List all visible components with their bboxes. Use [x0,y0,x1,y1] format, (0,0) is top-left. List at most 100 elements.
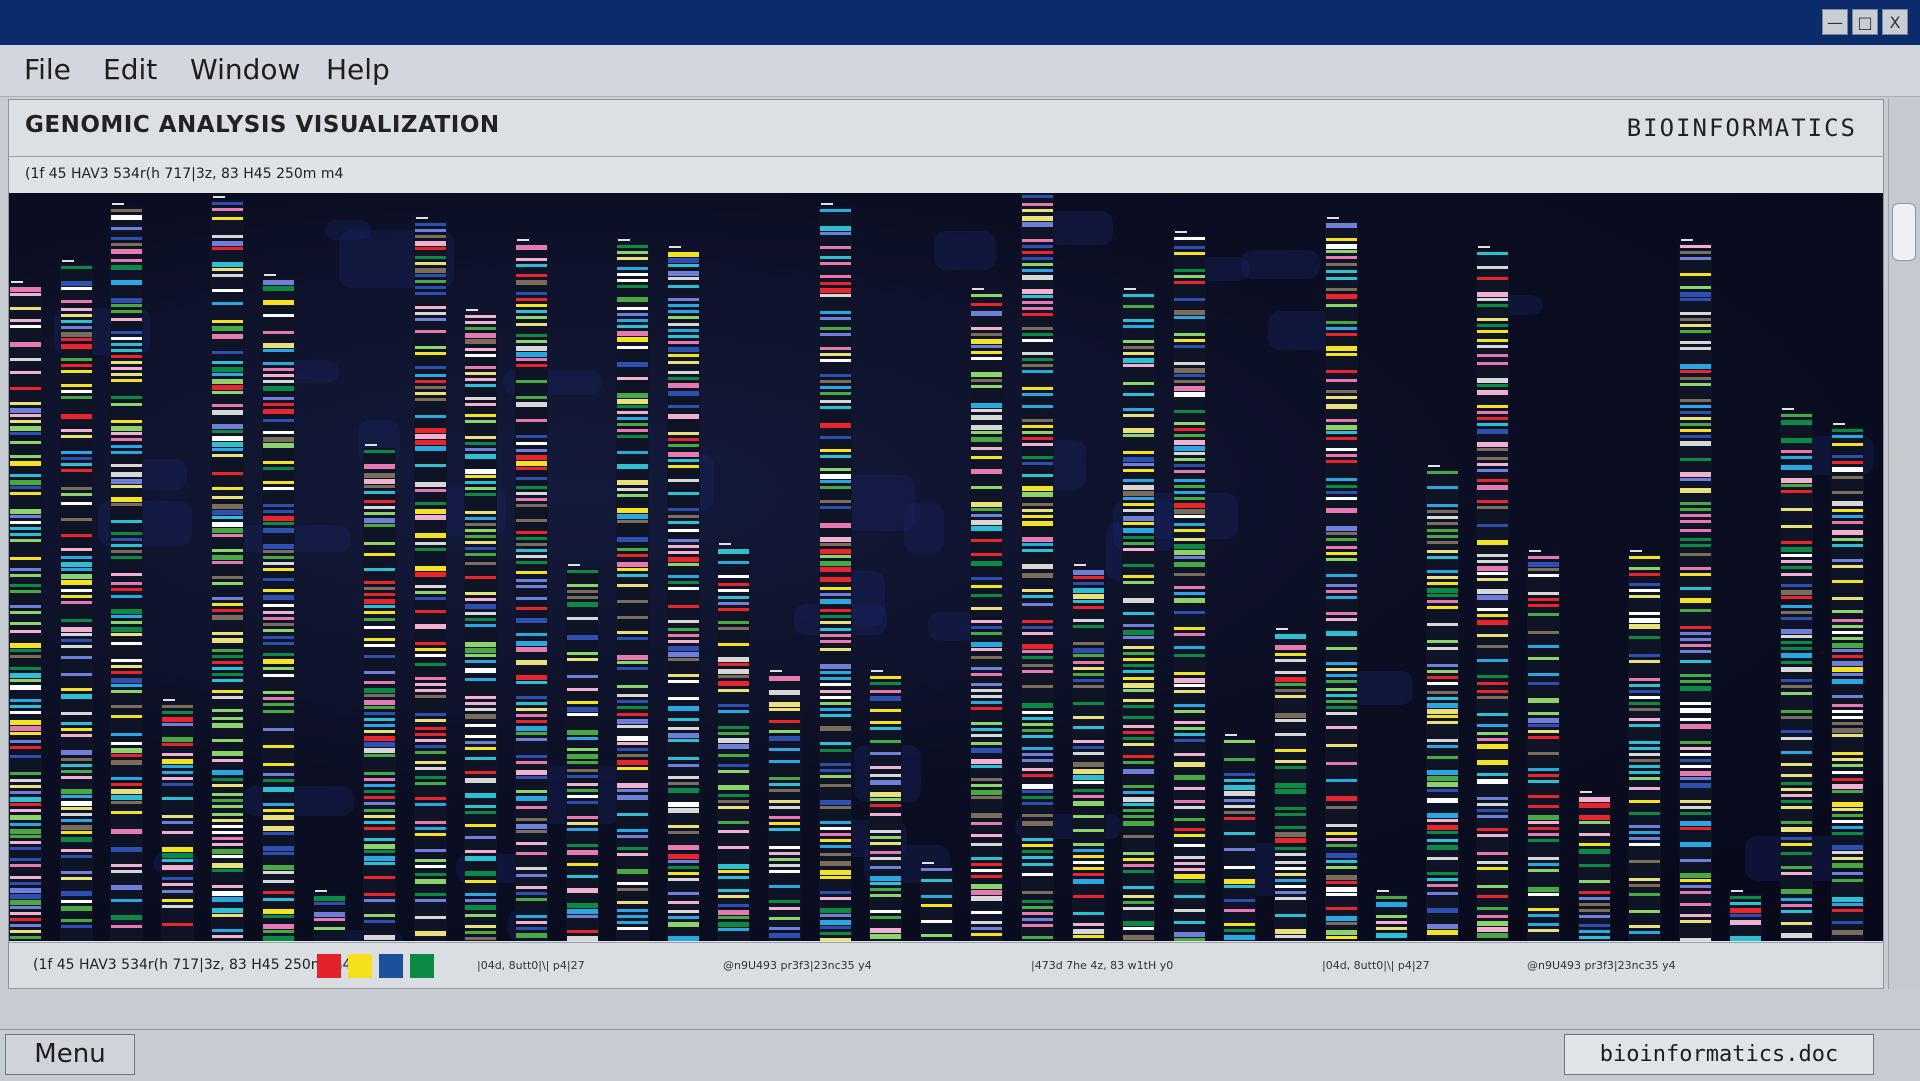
sequence-band [617,736,648,741]
sequence-band [1275,645,1306,650]
sequence-band [1123,921,1154,926]
sequence-band [1781,611,1812,614]
sequence-band [1477,448,1508,451]
sequence-band [1224,909,1255,912]
sequence-band [10,492,41,495]
sequence-band [820,246,851,249]
sequence-band [61,712,92,715]
minimize-button[interactable]: — [1822,9,1848,35]
background-blur [928,612,977,641]
sequence-band [465,668,496,673]
menu-bar: File Edit Window Help [0,45,1920,97]
sequence-band [1326,662,1357,665]
sequence-band [1073,752,1104,755]
sequence-band [10,455,41,458]
maximize-button[interactable]: □ [1852,9,1878,35]
sequence-band [971,683,1002,686]
sequence-band [617,451,648,454]
sequence-band [1174,497,1205,500]
sequence-band [1174,269,1205,272]
sequence-band [820,474,851,479]
sequence-band [668,866,699,869]
sequence-band [820,876,851,879]
menu-help[interactable]: Help [326,53,390,86]
sequence-band [263,604,294,607]
sequence-band [10,720,41,725]
menu-window[interactable]: Window [190,53,300,86]
sequence-band [162,711,193,714]
sequence-band [61,831,92,834]
sequence-band [465,598,496,601]
sequence-band [1680,859,1711,862]
sequence-band [10,441,41,444]
sequence-band [111,343,142,346]
sequence-band [971,734,1002,737]
sequence-band [820,423,851,428]
sequence-band [971,911,1002,914]
sequence-band [1174,938,1205,941]
sequence-band [820,317,851,320]
status-bar: Menu bioinformatics.doc [0,1029,1920,1081]
sequence-band [1123,463,1154,466]
sequence-band [364,491,395,494]
sequence-band [769,789,800,792]
sequence-band [465,321,496,324]
sequence-band [1477,423,1508,426]
sequence-band [1629,777,1660,780]
sequence-band [1174,862,1205,865]
sequence-band [111,573,142,576]
sequence-band [1781,653,1812,658]
sequence-band [111,678,142,683]
sequence-band [820,827,851,830]
sequence-band [1477,324,1508,327]
sequence-band [1579,833,1610,836]
sequence-band [516,579,547,582]
sequence-band [1680,644,1711,647]
sequence-band [971,648,1002,651]
sequence-band [971,921,1002,924]
sequence-band [1174,710,1205,713]
sequence-band [1326,700,1357,703]
sequence-band [1123,689,1154,692]
sequence-band [1427,664,1458,667]
sequence-band [465,771,496,774]
sequence-band [971,759,1002,764]
sequence-band [212,609,243,612]
sequence-band [364,935,395,940]
sequence-band [212,667,243,670]
sequence-band [516,874,547,877]
sequence-band [870,696,901,701]
sequence-band [1174,529,1205,532]
sequence-band [1629,678,1660,681]
sequence-band [1073,654,1104,657]
menu-edit[interactable]: Edit [103,53,157,86]
sequence-band [415,733,446,736]
sequence-band [971,469,1002,474]
menu-file[interactable]: File [24,53,71,86]
sequence-band [1528,730,1559,733]
close-button[interactable]: X [1882,9,1908,35]
sequence-band [668,581,699,584]
sequence-band [1528,795,1559,798]
sequence-band [1629,636,1660,639]
sequence-band [111,925,142,928]
sequence-band [1477,738,1508,741]
sequence-band [668,733,699,738]
sequence-band [61,849,92,852]
sequence-band [465,747,496,750]
sequence-band [111,659,142,662]
sequence-band [516,660,547,665]
sequence-band [1579,815,1610,820]
scroll-thumb[interactable] [1892,203,1916,261]
sequence-band [1022,251,1053,254]
sequence-band [1073,606,1104,609]
menu-button[interactable]: Menu [5,1034,135,1075]
vertical-scrollbar[interactable] [1888,99,1920,989]
sequence-band [415,262,446,265]
sequence-band [516,607,547,610]
sequence-band [1022,573,1053,578]
sequence-band [10,685,41,690]
sequence-band [1073,673,1104,676]
sequence-band [415,464,446,467]
sequence-band [1832,909,1863,912]
